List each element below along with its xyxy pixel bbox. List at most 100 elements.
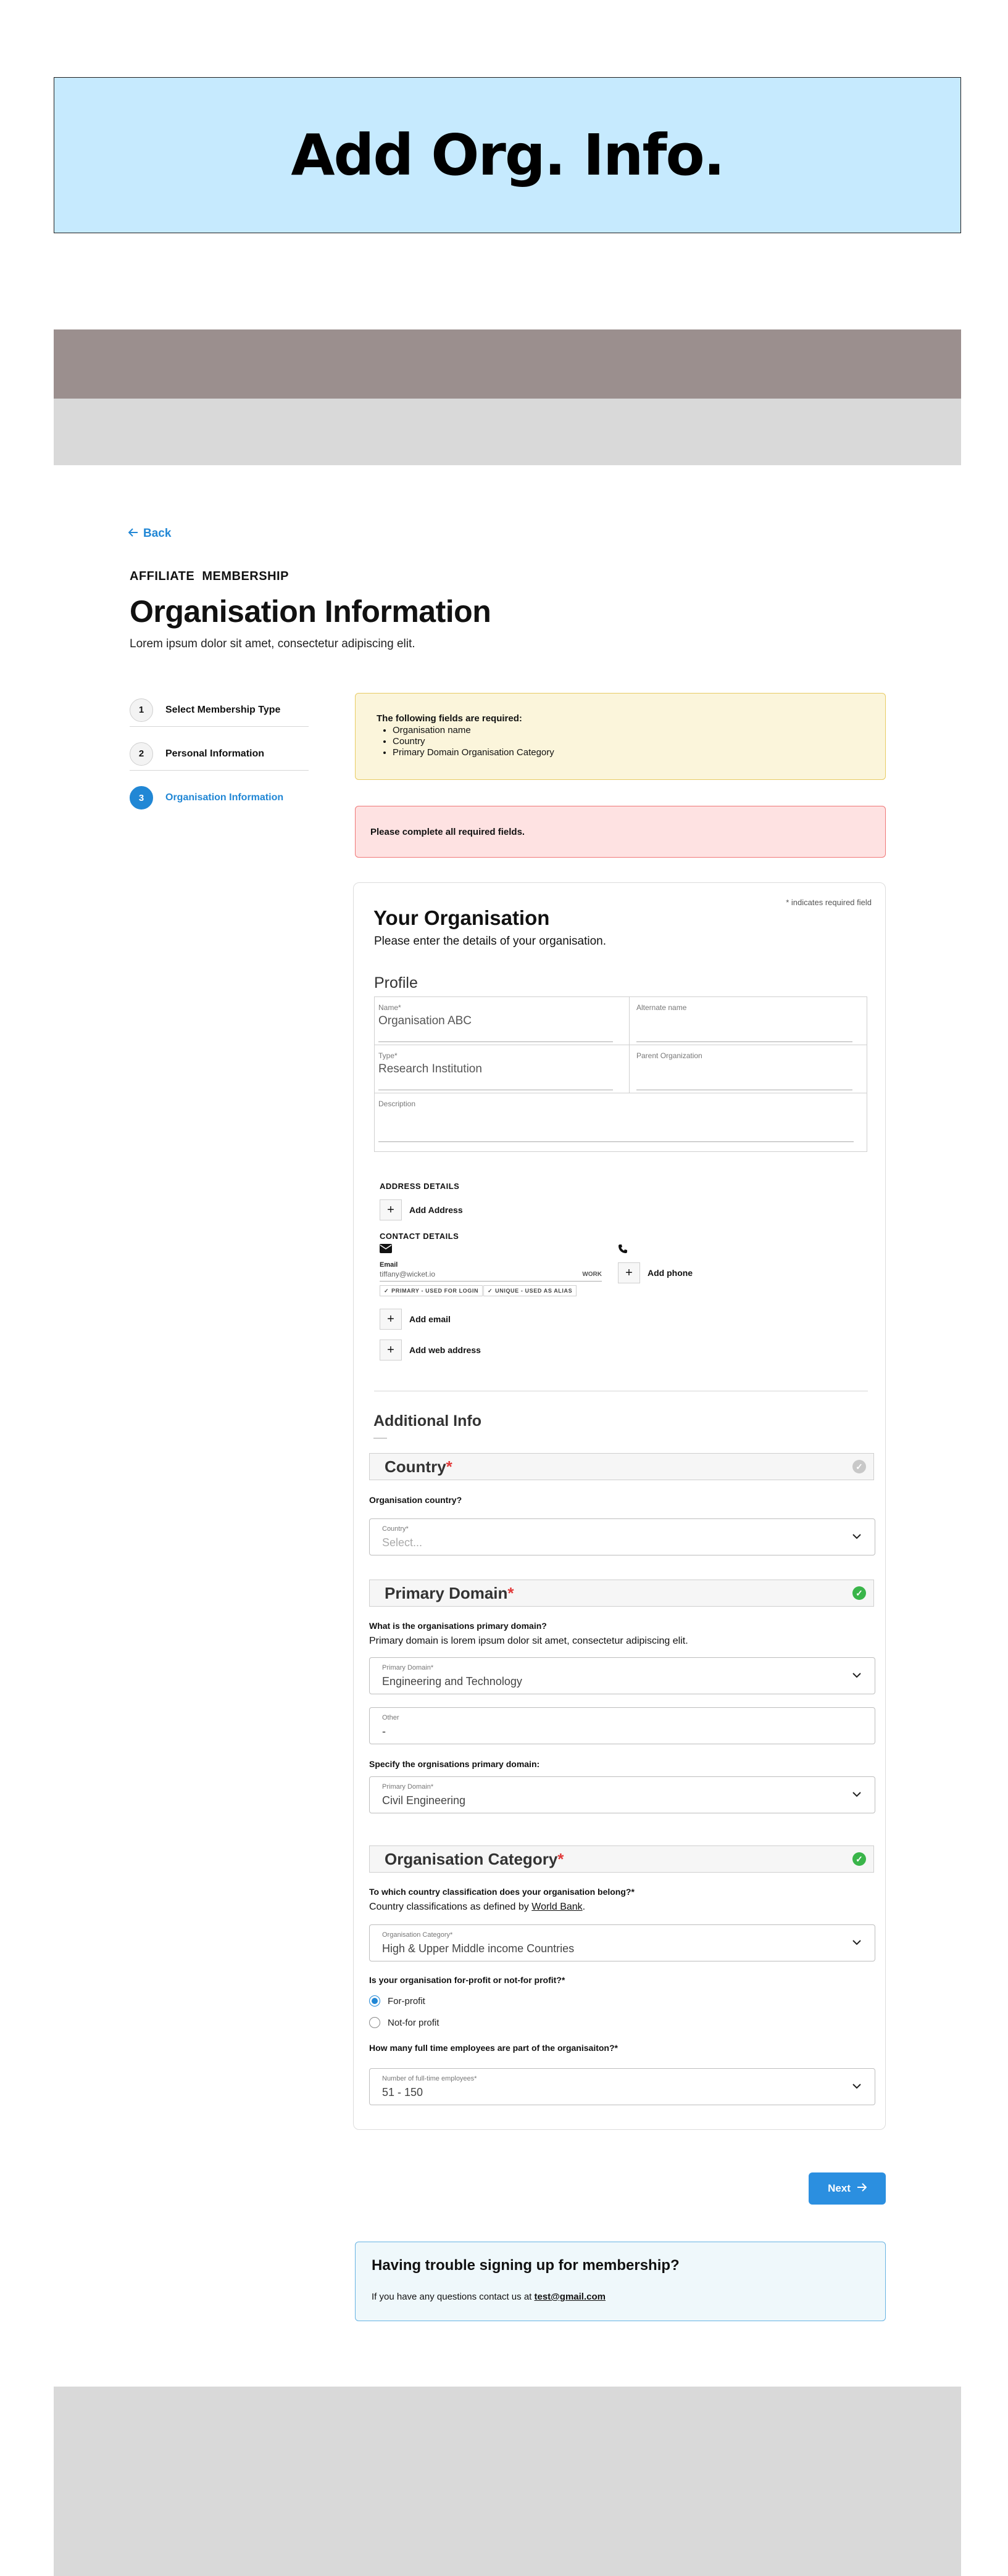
primary-domain-section-header[interactable]: Primary Domain * ✓ <box>369 1580 874 1607</box>
add-address-label: Add Address <box>409 1205 463 1215</box>
other-value: - <box>382 1725 386 1737</box>
chevron-down-icon <box>852 1937 861 1949</box>
required-note: * indicates required field <box>786 898 872 907</box>
add-phone-button[interactable]: + Add phone <box>618 1262 693 1283</box>
radio-for-profit[interactable]: For-profit <box>369 1995 425 2007</box>
name-field[interactable]: Name* Organisation ABC <box>375 997 629 1045</box>
chip-label: UNIQUE - USED AS ALIAS <box>495 1288 573 1294</box>
email-label: Email <box>380 1261 398 1269</box>
parent-organization-field[interactable]: Parent Organization <box>629 1045 867 1093</box>
page-title: Organisation Information <box>130 594 491 629</box>
warning-heading: The following fields are required: <box>377 713 522 724</box>
organisation-category-section-header[interactable]: Organisation Category * ✓ <box>369 1845 874 1873</box>
radio-label: For-profit <box>388 1995 425 2007</box>
section-title: Country <box>385 1457 446 1476</box>
card-title: Your Organisation <box>373 906 550 929</box>
chevron-down-icon <box>852 2081 861 2092</box>
employees-question: How many full time employees are part of… <box>369 2043 618 2053</box>
world-bank-link[interactable]: World Bank <box>531 1902 582 1912</box>
organisation-card: * indicates required field Your Organisa… <box>353 882 886 2130</box>
type-field[interactable]: Type* Research Institution <box>375 1045 629 1093</box>
membership-kicker: AFFILIATE MEMBERSHIP <box>130 569 289 583</box>
subheader-bar <box>54 399 961 465</box>
step-label: Personal Information <box>165 748 265 759</box>
radio-unselected-icon <box>369 2017 380 2028</box>
chip-label: PRIMARY - USED FOR LOGIN <box>391 1288 479 1294</box>
heading-underline <box>373 1438 387 1439</box>
email-input[interactable]: tiffany@wicket.io WORK <box>380 1269 602 1282</box>
hero-banner: Add Org. Info. <box>54 77 961 233</box>
error-alert: Please complete all required fields. <box>355 806 886 858</box>
progress-steps: 1 Select Membership Type 2 Personal Info… <box>130 694 309 825</box>
step-number: 3 <box>130 786 153 810</box>
header-bar <box>54 329 961 399</box>
page-subtitle: Lorem ipsum dolor sit amet, consectetur … <box>130 637 415 650</box>
plus-icon: + <box>380 1199 402 1220</box>
card-subtitle: Please enter the details of your organis… <box>374 935 607 948</box>
plus-icon: + <box>618 1262 640 1283</box>
category-label: Organisation Category* <box>382 1931 453 1939</box>
domain-question: What is the organisations primary domain… <box>369 1621 547 1631</box>
step-organisation-information[interactable]: 3 Organisation Information <box>130 781 309 814</box>
next-button[interactable]: Next <box>809 2172 886 2205</box>
required-fields-warning: The following fields are required: Organ… <box>355 693 886 780</box>
alternate-name-label: Alternate name <box>636 1003 687 1012</box>
country-select[interactable]: Country* Select... <box>369 1518 875 1555</box>
name-value: Organisation ABC <box>378 1014 472 1027</box>
add-phone-label: Add phone <box>648 1268 693 1278</box>
specific-domain-label: Primary Domain* <box>382 1783 434 1791</box>
check-circle-icon: ✓ <box>852 1852 866 1866</box>
add-web-address-button[interactable]: + Add web address <box>380 1340 481 1360</box>
help-title: Having trouble signing up for membership… <box>372 2257 680 2274</box>
plus-icon: + <box>380 1340 402 1360</box>
country-section-header[interactable]: Country * ✓ <box>369 1453 874 1480</box>
chevron-down-icon <box>852 1789 861 1800</box>
description-field[interactable]: Description <box>375 1093 867 1151</box>
help-text: If you have any questions contact us at … <box>372 2292 869 2302</box>
help-suffix: . <box>582 1902 586 1912</box>
add-email-button[interactable]: + Add email <box>380 1309 451 1330</box>
footer <box>54 2387 961 2576</box>
unique-alias-chip[interactable]: ✓ UNIQUE - USED AS ALIAS <box>483 1285 577 1296</box>
add-email-label: Add email <box>409 1314 451 1324</box>
step-personal-information[interactable]: 2 Personal Information <box>130 737 309 771</box>
alternate-name-field[interactable]: Alternate name <box>629 997 867 1045</box>
description-label: Description <box>378 1100 416 1108</box>
primary-domain-select[interactable]: Primary Domain* Engineering and Technolo… <box>369 1657 875 1694</box>
profile-heading: Profile <box>374 974 418 992</box>
back-label: Back <box>143 527 172 540</box>
employees-select[interactable]: Number of full-time employees* 51 - 150 <box>369 2068 875 2105</box>
address-details-label: ADDRESS DETAILS <box>380 1182 460 1191</box>
required-star: * <box>446 1457 452 1476</box>
help-prefix: Country classifications as defined by <box>369 1902 532 1912</box>
contact-details-label: CONTACT DETAILS <box>380 1232 459 1241</box>
chip-check-icon: ✓ <box>488 1287 493 1294</box>
type-value: Research Institution <box>378 1062 482 1075</box>
arrow-right-icon <box>857 2182 867 2195</box>
envelope-icon <box>380 1244 392 1256</box>
specific-domain-select[interactable]: Primary Domain* Civil Engineering <box>369 1776 875 1813</box>
organisation-category-select[interactable]: Organisation Category* High & Upper Midd… <box>369 1924 875 1961</box>
warning-item: Organisation name <box>393 725 864 736</box>
email-value: tiffany@wicket.io <box>380 1270 435 1278</box>
radio-not-for-profit[interactable]: Not-for profit <box>369 2017 439 2028</box>
primary-login-chip[interactable]: ✓ PRIMARY - USED FOR LOGIN <box>380 1285 483 1296</box>
step-label: Select Membership Type <box>165 704 281 715</box>
step-number: 1 <box>130 698 153 722</box>
radio-selected-icon <box>369 1995 380 2007</box>
specify-domain-question: Specify the orgnisations primary domain: <box>369 1759 540 1769</box>
profit-question: Is your organisation for-profit or not-f… <box>369 1975 565 1985</box>
employees-value: 51 - 150 <box>382 2086 423 2098</box>
domain-help-text: Primary domain is lorem ipsum dolor sit … <box>369 1636 688 1646</box>
add-address-button[interactable]: + Add Address <box>380 1199 463 1220</box>
step-select-membership[interactable]: 1 Select Membership Type <box>130 694 309 727</box>
parent-organization-label: Parent Organization <box>636 1051 702 1060</box>
other-domain-input[interactable]: Other - <box>369 1707 875 1744</box>
employees-label: Number of full-time employees* <box>382 2075 477 2082</box>
help-email-link[interactable]: test@gmail.com <box>535 2292 606 2302</box>
warning-item: Country <box>393 736 864 747</box>
required-star: * <box>557 1849 564 1868</box>
chevron-down-icon <box>852 1670 861 1681</box>
phone-icon <box>618 1244 628 1257</box>
back-link[interactable]: Back <box>128 527 171 540</box>
